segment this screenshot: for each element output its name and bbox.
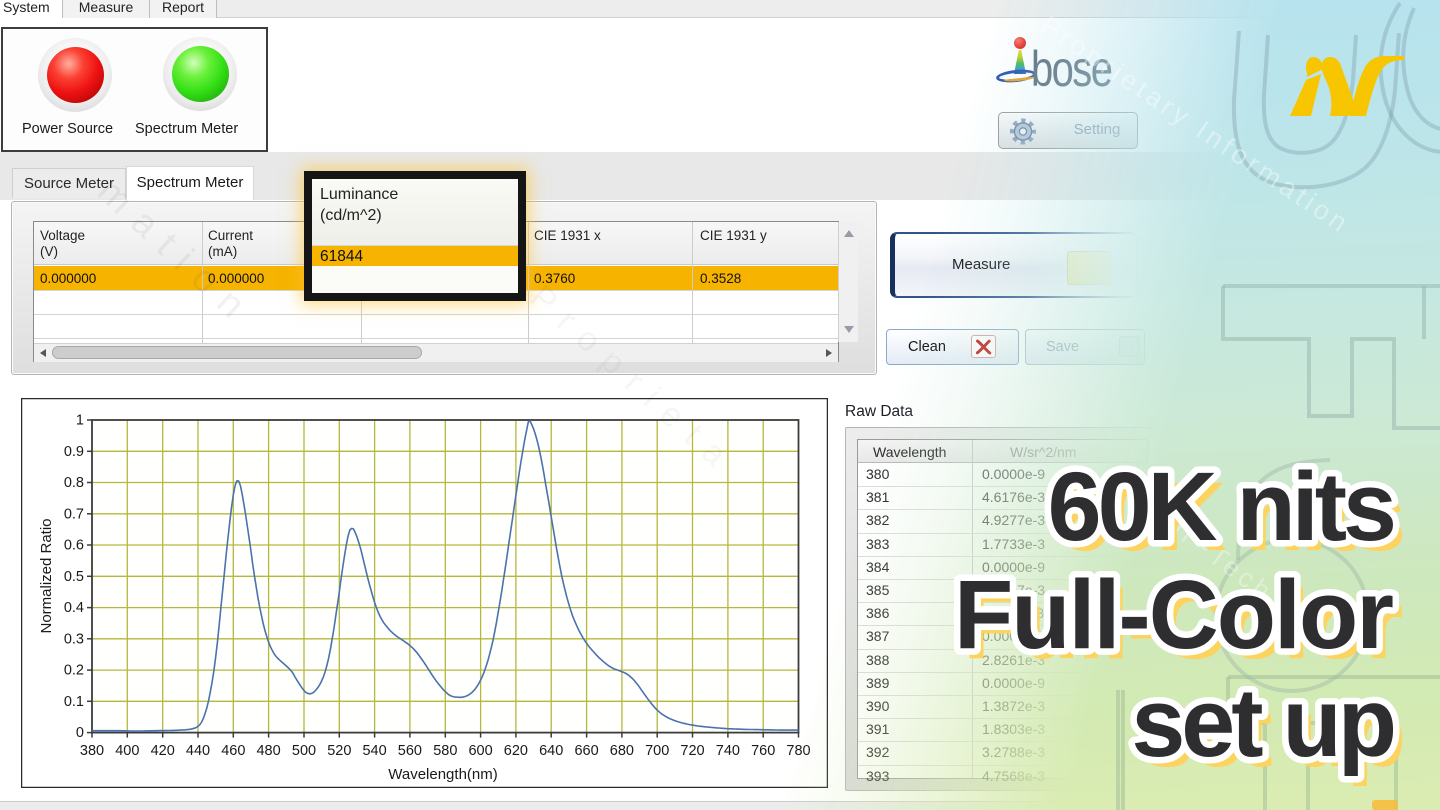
svg-text:0.8: 0.8 — [64, 475, 84, 491]
svg-text:640: 640 — [539, 743, 563, 759]
svg-text:Normalized Ratio: Normalized Ratio — [38, 518, 55, 633]
svg-text:0: 0 — [76, 725, 84, 741]
svg-text:0.3: 0.3 — [64, 631, 84, 647]
svg-text:0.7: 0.7 — [64, 506, 84, 522]
svg-text:660: 660 — [574, 743, 598, 759]
svg-text:set up: set up — [1131, 668, 1393, 777]
svg-text:580: 580 — [433, 743, 457, 759]
svg-text:0.1: 0.1 — [64, 694, 84, 710]
svg-text:Wavelength(nm): Wavelength(nm) — [388, 766, 497, 783]
svg-text:740: 740 — [716, 743, 740, 759]
svg-text:380: 380 — [80, 743, 104, 759]
svg-text:460: 460 — [221, 743, 245, 759]
svg-text:0.9: 0.9 — [64, 444, 84, 460]
svg-text:600: 600 — [468, 743, 492, 759]
svg-text:60K nits: 60K nits — [1048, 452, 1393, 561]
svg-text:0.5: 0.5 — [64, 569, 84, 585]
svg-text:0.2: 0.2 — [64, 663, 84, 679]
svg-text:500: 500 — [292, 743, 316, 759]
svg-text:540: 540 — [362, 743, 386, 759]
svg-text:760: 760 — [751, 743, 775, 759]
svg-text:0.4: 0.4 — [64, 600, 84, 616]
svg-text:480: 480 — [256, 743, 280, 759]
svg-text:620: 620 — [504, 743, 528, 759]
svg-text:700: 700 — [645, 743, 669, 759]
svg-text:0.6: 0.6 — [64, 538, 84, 554]
svg-text:Full-Color: Full-Color — [954, 560, 1393, 669]
svg-text:520: 520 — [327, 743, 351, 759]
svg-text:680: 680 — [610, 743, 634, 759]
svg-text:1: 1 — [76, 413, 84, 429]
svg-text:720: 720 — [680, 743, 704, 759]
svg-text:780: 780 — [786, 743, 810, 759]
svg-text:560: 560 — [398, 743, 422, 759]
svg-text:400: 400 — [115, 743, 139, 759]
svg-text:420: 420 — [151, 743, 175, 759]
svg-text:440: 440 — [186, 743, 210, 759]
